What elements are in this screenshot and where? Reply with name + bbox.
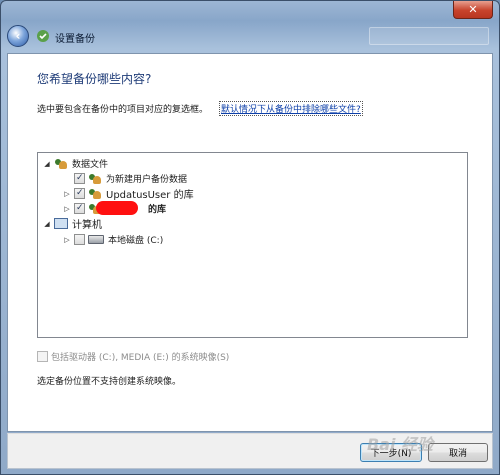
- close-icon: ✕: [468, 3, 478, 16]
- local-disk-checkbox[interactable]: [74, 234, 85, 245]
- expand-arrow-icon[interactable]: ▷: [62, 236, 72, 244]
- users-icon: [54, 158, 68, 170]
- hard-drive-icon: [88, 235, 104, 244]
- collapse-arrow-icon[interactable]: ◢: [42, 220, 52, 228]
- instruction-text: 选中要包含在备份中的项目对应的复选框。: [37, 105, 209, 115]
- tree-item-label: 计算机: [72, 220, 102, 231]
- excluded-files-help-link[interactable]: 默认情况下从备份中排除哪些文件?: [219, 101, 363, 116]
- back-arrow-icon: ‹: [15, 29, 21, 43]
- page-heading: 您希望备份哪些内容?: [37, 72, 152, 86]
- close-button[interactable]: ✕: [453, 1, 493, 19]
- system-image-checkbox: [37, 351, 48, 362]
- back-button[interactable]: ‹: [7, 25, 29, 47]
- backup-app-icon: [37, 30, 49, 42]
- backup-items-tree: ◢ 数据文件 为新建用户备份数据 ▷ UpdatusUser 的库 ▷: [37, 152, 468, 338]
- tree-item-label: 本地磁盘 (C:): [108, 236, 164, 246]
- tree-item-label: 数据文件: [72, 160, 109, 170]
- tree-item-local-disk[interactable]: ▷ 本地磁盘 (C:): [62, 232, 163, 247]
- main-content-pane: 您希望备份哪些内容? 选中要包含在备份中的项目对应的复选框。 默认情况下从备份中…: [7, 53, 493, 432]
- next-button[interactable]: 下一步(N): [360, 443, 422, 462]
- expand-arrow-icon[interactable]: ▷: [62, 190, 72, 198]
- collapse-arrow-icon[interactable]: ◢: [42, 160, 52, 168]
- users-icon: [88, 173, 102, 185]
- tree-item-computer[interactable]: ◢ 计算机: [42, 216, 102, 231]
- title-bar-blank-area: [369, 27, 489, 45]
- tree-item-label: 为新建用户备份数据: [106, 175, 188, 185]
- navigation-bar: ‹ 设置备份: [7, 25, 489, 51]
- expand-arrow-icon[interactable]: ▷: [62, 205, 72, 213]
- dialog-footer: 下一步(N) 取消: [7, 433, 493, 469]
- redaction-mark: [96, 201, 138, 215]
- tree-item-label: 的库: [148, 205, 167, 215]
- tree-item-label: UpdatusUser 的库: [106, 190, 194, 201]
- tree-item-new-users[interactable]: 为新建用户备份数据: [62, 171, 187, 186]
- updatus-library-checkbox[interactable]: [74, 188, 85, 199]
- computer-icon: [54, 218, 68, 229]
- cancel-button[interactable]: 取消: [428, 443, 488, 462]
- tree-item-updatus-library[interactable]: ▷ UpdatusUser 的库: [62, 186, 194, 201]
- window-title: 设置备份: [55, 34, 95, 45]
- new-users-checkbox[interactable]: [74, 173, 85, 184]
- user-library-icon: [88, 188, 102, 200]
- system-image-option: 包括驱动器 (C:), MEDIA (E:) 的系统映像(S): [37, 350, 229, 363]
- system-image-label: 包括驱动器 (C:), MEDIA (E:) 的系统映像(S): [51, 353, 230, 363]
- system-image-note: 选定备份位置不支持创建系统映像。: [37, 377, 182, 387]
- tree-item-data-files[interactable]: ◢ 数据文件: [42, 156, 108, 171]
- other-library-checkbox[interactable]: [74, 203, 85, 214]
- setup-backup-window: ✕ ‹ 设置备份 您希望备份哪些内容? 选中要包含在备份中的项目对应的复选框。 …: [0, 0, 500, 475]
